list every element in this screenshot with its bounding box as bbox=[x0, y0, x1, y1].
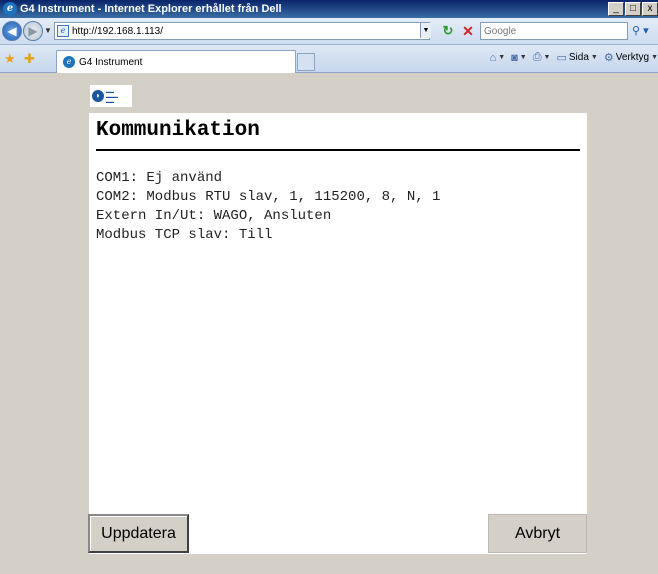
page-menu[interactable]: ▭ Sida ▼ bbox=[556, 51, 597, 64]
status-line-modbus-tcp: Modbus TCP slav: Till bbox=[96, 227, 273, 243]
title-divider bbox=[96, 149, 580, 151]
tab-ie-icon: e bbox=[63, 56, 75, 68]
window-title: G4 Instrument - Internet Explorer erhåll… bbox=[20, 3, 282, 15]
search-input[interactable] bbox=[481, 25, 621, 37]
feeds-button[interactable]: ◙ ▼ bbox=[511, 52, 527, 64]
url-input[interactable] bbox=[72, 25, 402, 37]
status-line-com2: COM2: Modbus RTU slav, 1, 115200, 8, N, … bbox=[96, 189, 441, 205]
window-controls: _ □ x bbox=[608, 2, 658, 16]
status-list: COM1: Ej använd COM2: Modbus RTU slav, 1… bbox=[96, 169, 440, 245]
page-menu-icon: ▭ bbox=[556, 52, 567, 64]
search-icon: ⚲ ▾ bbox=[632, 25, 649, 37]
home-icon: ⌂ bbox=[489, 51, 497, 64]
status-line-external-io: Extern In/Ut: WAGO, Ansluten bbox=[96, 208, 332, 224]
status-line-com1: COM1: Ej använd bbox=[96, 170, 223, 186]
tab-label: G4 Instrument bbox=[79, 56, 143, 68]
new-tab-button[interactable] bbox=[297, 53, 315, 71]
page-title: Kommunikation bbox=[96, 119, 260, 142]
ie-logo-icon: e bbox=[3, 2, 17, 16]
back-button[interactable]: ◀ bbox=[2, 21, 22, 41]
back-arrow-icon: ◀ bbox=[7, 24, 17, 38]
page-menu-label: Sida bbox=[568, 52, 589, 63]
refresh-icon: ↻ bbox=[442, 23, 454, 38]
feeds-icon: ◙ bbox=[511, 51, 518, 64]
stop-button[interactable]: ✕ bbox=[460, 23, 476, 39]
page-content: ◗ ▬▬ ▬▬▬ ▬▬ Kommunikation COM1: Ej använd … bbox=[0, 73, 658, 574]
tab-toolbar: ★ ✚ e G4 Instrument ⌂ ▼ ◙ ▼ ⎙ ▼ ▭ Sida ▼ ⚙ Ver… bbox=[0, 45, 658, 73]
print-button[interactable]: ⎙ ▼ bbox=[533, 51, 551, 64]
print-icon: ⎙ bbox=[532, 51, 542, 63]
address-toolbar: ◀ ▶ ▼ e ▼ ↻ ✕ ⚲ ▾ bbox=[0, 18, 658, 45]
company-logo: ◗ ▬▬ ▬▬▬ ▬▬ bbox=[90, 85, 132, 107]
search-box[interactable] bbox=[480, 22, 628, 40]
tools-menu-label: Verktyg bbox=[615, 52, 650, 63]
command-bar: ⌂ ▼ ◙ ▼ ⎙ ▼ ▭ Sida ▼ ⚙ Verktyg ▼ bbox=[490, 51, 658, 64]
add-favorites-icon[interactable]: ✚ bbox=[24, 51, 35, 67]
logo-wordmark: ▬▬ ▬▬▬ ▬▬ bbox=[106, 88, 118, 104]
update-button[interactable]: Uppdatera bbox=[88, 514, 189, 553]
stop-icon: ✕ bbox=[462, 23, 474, 39]
forward-arrow-icon: ▶ bbox=[28, 24, 38, 38]
communication-panel: Kommunikation COM1: Ej använd COM2: Modb… bbox=[89, 113, 587, 554]
favorites-star-icon[interactable]: ★ bbox=[4, 51, 16, 67]
window-titlebar: e G4 Instrument - Internet Explorer erhå… bbox=[0, 0, 658, 18]
forward-button[interactable]: ▶ bbox=[23, 21, 43, 41]
home-button[interactable]: ⌂ ▼ bbox=[490, 52, 506, 64]
recent-pages-dropdown[interactable]: ▼ bbox=[44, 26, 52, 35]
address-field[interactable]: e bbox=[54, 22, 430, 40]
logo-mark-icon: ◗ bbox=[92, 90, 104, 102]
cancel-button[interactable]: Avbryt bbox=[488, 514, 587, 553]
tools-gear-icon: ⚙ bbox=[603, 52, 614, 64]
tab-g4-instrument[interactable]: e G4 Instrument bbox=[56, 50, 296, 73]
address-dropdown-button[interactable]: ▼ bbox=[420, 23, 431, 38]
page-icon: e bbox=[57, 25, 69, 37]
tools-menu[interactable]: ⚙ Verktyg ▼ bbox=[604, 51, 658, 64]
close-button[interactable]: x bbox=[642, 2, 658, 16]
refresh-button[interactable]: ↻ bbox=[440, 23, 456, 39]
minimize-button[interactable]: _ bbox=[608, 2, 624, 16]
search-button[interactable]: ⚲ ▾ bbox=[632, 23, 654, 39]
maximize-button[interactable]: □ bbox=[625, 2, 641, 16]
